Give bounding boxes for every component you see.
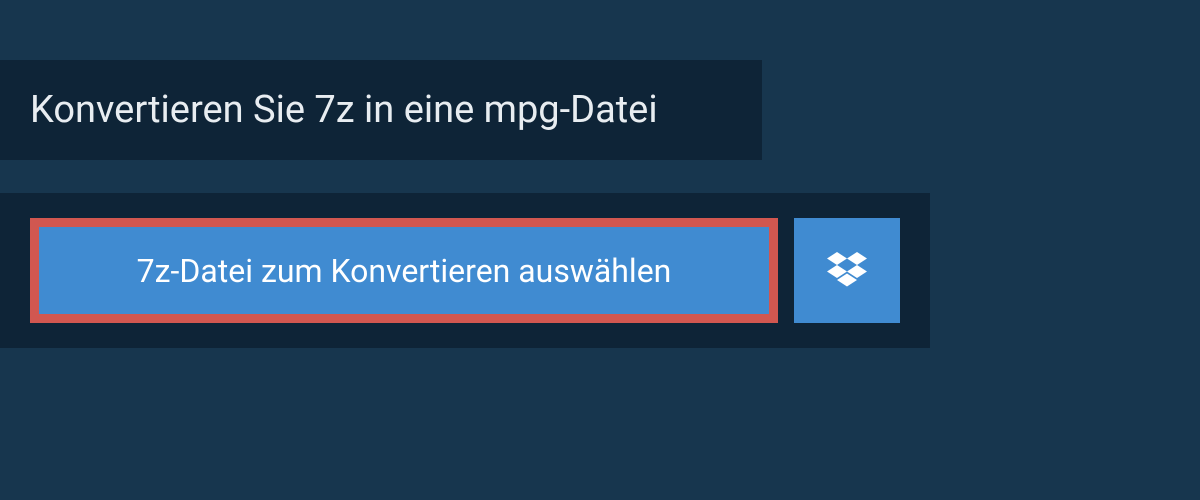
dropbox-icon xyxy=(827,252,867,290)
dropbox-button[interactable] xyxy=(794,218,900,323)
select-file-button[interactable]: 7z-Datei zum Konvertieren auswählen xyxy=(30,218,778,323)
select-file-label: 7z-Datei zum Konvertieren auswählen xyxy=(137,252,672,290)
page-title: Konvertieren Sie 7z in eine mpg-Datei xyxy=(30,88,658,132)
action-band: 7z-Datei zum Konvertieren auswählen xyxy=(0,193,930,348)
title-band: Konvertieren Sie 7z in eine mpg-Datei xyxy=(0,60,762,160)
